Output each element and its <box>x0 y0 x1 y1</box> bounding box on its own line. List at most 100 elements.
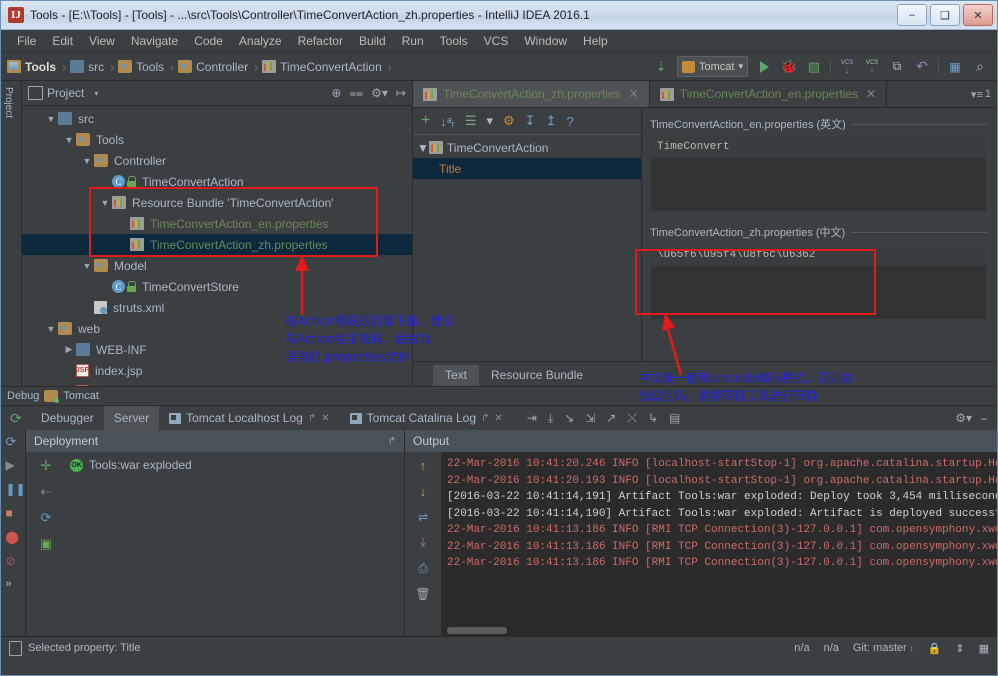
close-icon[interactable]: ✕ <box>494 413 502 424</box>
property-value-editor[interactable]: TimeConvert <box>650 136 987 212</box>
force-step-into-icon[interactable]: ⇲ <box>585 411 595 425</box>
compare-icon[interactable]: ⧉ <box>888 58 906 76</box>
menu-item-help[interactable]: Help <box>575 32 616 50</box>
menu-item-refactor[interactable]: Refactor <box>290 32 351 50</box>
update-project-icon[interactable]: ⇣ <box>652 58 670 76</box>
breadcrumb-item-tools[interactable]: Tools <box>25 60 56 74</box>
tree-expand-arrow[interactable]: ▼ <box>417 141 429 155</box>
redeploy-icon[interactable]: ⟳ <box>41 510 52 526</box>
deploy-icon[interactable]: ✛ <box>41 458 52 474</box>
scroll-down-icon[interactable]: ↓ <box>420 484 427 499</box>
step-out-icon[interactable]: ↗ <box>606 411 616 425</box>
expand-icon[interactable]: » <box>6 578 21 593</box>
run-to-cursor-icon[interactable]: ↳ <box>648 411 658 425</box>
gear-icon[interactable]: ⚙▾ <box>371 86 388 101</box>
tree-expand-arrow[interactable]: ▼ <box>62 135 76 145</box>
soft-wrap-icon[interactable]: ⇌ <box>418 510 428 524</box>
minimize-button[interactable]: – <box>897 4 927 26</box>
status-git-branch[interactable]: Git: master ↕ <box>853 642 914 654</box>
tree-node[interactable]: C TimeConvertStore <box>22 276 412 297</box>
breadcrumb-item-bundle[interactable]: TimeConvertAction <box>280 60 382 74</box>
drop-frame-icon[interactable]: ⤬ <box>627 411 637 426</box>
tree-node[interactable]: C TimeConvertAction <box>22 171 412 192</box>
evaluate-icon[interactable]: ▤ <box>669 411 680 425</box>
close-icon[interactable]: ✕ <box>321 413 329 424</box>
sidebar-item-project[interactable]: Project <box>3 87 14 118</box>
mute-breakpoints-icon[interactable]: ⊘ <box>6 554 21 569</box>
undo-icon[interactable]: ↶ <box>913 58 931 76</box>
tree-expand-arrow[interactable]: ▼ <box>44 324 58 334</box>
pin-icon[interactable]: ↱ <box>308 413 316 424</box>
tree-node[interactable]: ▼ Controller <box>22 150 412 171</box>
tree-node[interactable]: ▼ Tools <box>22 129 412 150</box>
tab-timeconvertaction-zh[interactable]: TimeConvertAction_zh.properties ✕ <box>413 81 650 107</box>
maximize-button[interactable]: ❑ <box>930 4 960 26</box>
menu-item-analyze[interactable]: Analyze <box>231 32 290 50</box>
breadcrumb-item-controller[interactable]: Controller <box>196 60 248 74</box>
pin-icon[interactable]: ↱ <box>388 436 396 447</box>
tree-node[interactable]: JSP TimeConvert.jsp <box>22 381 412 386</box>
tree-expand-arrow[interactable]: ▶ <box>62 344 76 355</box>
tree-node[interactable]: ▼ Model <box>22 255 412 276</box>
breadcrumb-item-src[interactable]: src <box>88 60 104 74</box>
vcs-commit-icon[interactable]: VCS ↑ <box>863 58 881 76</box>
menu-item-code[interactable]: Code <box>186 32 231 50</box>
structure-icon[interactable]: ▦ <box>946 58 964 76</box>
step-over-icon[interactable]: ⤓ <box>548 411 553 426</box>
tab-debugger[interactable]: Debugger <box>31 406 104 430</box>
tree-node[interactable]: struts.xml <box>22 297 412 318</box>
tree-node[interactable]: JSP index.jsp <box>22 360 412 381</box>
hide-icon[interactable]: ↦ <box>396 86 406 101</box>
tab-text[interactable]: Text <box>433 365 480 386</box>
expand-all-icon[interactable]: ↧ <box>525 113 536 129</box>
tree-node[interactable]: TimeConvertAction_en.properties <box>22 213 412 234</box>
tree-expand-arrow[interactable]: ▼ <box>44 114 58 124</box>
undeploy-icon[interactable]: ⇠ <box>41 484 52 500</box>
stop-icon[interactable]: ■ <box>6 506 21 521</box>
menu-item-view[interactable]: View <box>81 32 123 50</box>
property-key-row-selected[interactable]: Title <box>413 158 641 179</box>
menu-item-vcs[interactable]: VCS <box>476 32 517 50</box>
chevron-down-icon[interactable]: ▾ <box>94 89 98 98</box>
breadcrumb-item-tools-pkg[interactable]: Tools <box>136 60 164 74</box>
menu-item-window[interactable]: Window <box>516 32 575 50</box>
chevron-down-icon[interactable]: ▾ <box>486 113 493 129</box>
tab-tomcat-catalina-log[interactable]: Tomcat Catalina Log ↱ ✕ <box>340 406 513 430</box>
refresh-icon[interactable]: ⟳ <box>6 434 21 449</box>
tree-expand-arrow[interactable]: ▼ <box>98 198 112 208</box>
tree-expand-arrow[interactable]: ▼ <box>80 156 94 166</box>
help-icon[interactable]: ? <box>566 114 573 129</box>
group-icon[interactable]: ☰ <box>465 113 477 129</box>
edit-configuration-icon[interactable]: ▣ <box>40 536 52 552</box>
horizontal-scrollbar[interactable] <box>447 627 507 634</box>
scroll-up-icon[interactable]: ↑ <box>420 458 427 473</box>
project-tree[interactable]: ▼ src ▼ Tools ▼ Controller C TimeConvertAction ▼… <box>22 106 412 386</box>
properties-key-list[interactable]: ▼ TimeConvertAction Title <box>413 135 641 361</box>
search-icon[interactable]: ⌕ <box>971 58 989 76</box>
list-item[interactable]: OK Tools:war exploded <box>70 458 404 472</box>
run-icon[interactable] <box>755 58 773 76</box>
tree-node[interactable]: ▶ WEB-INF <box>22 339 412 360</box>
property-key-row[interactable]: ▼ TimeConvertAction <box>413 137 641 158</box>
menu-item-edit[interactable]: Edit <box>44 32 81 50</box>
view-breakpoints-icon[interactable]: ⬤ <box>6 530 21 545</box>
menu-item-navigate[interactable]: Navigate <box>123 32 186 50</box>
locate-icon[interactable]: ⊕ <box>331 86 341 101</box>
coverage-icon[interactable]: ▨ <box>805 58 823 76</box>
vcs-update-icon[interactable]: VCS ↓ <box>838 58 856 76</box>
collapse-all-icon[interactable]: ↥ <box>546 113 557 129</box>
memory-icon[interactable]: ⇕ <box>955 642 964 655</box>
editor-tab-overflow[interactable]: ▾≡ 1 <box>971 81 997 107</box>
property-value-editor[interactable]: \u65f6\u95f4\u8f6c\u6362 <box>650 244 987 320</box>
add-property-icon[interactable]: + <box>421 112 430 130</box>
gear-icon[interactable]: ⚙ <box>503 113 515 129</box>
menu-item-run[interactable]: Run <box>394 32 432 50</box>
trace-into-icon[interactable]: ⇥ <box>527 411 537 425</box>
debug-bug-icon[interactable]: 🐞 <box>780 58 798 76</box>
deployment-list[interactable]: OK Tools:war exploded <box>66 452 404 636</box>
tab-server[interactable]: Server <box>103 406 160 430</box>
sort-icon[interactable]: ↓ᵃᵣ <box>440 114 454 129</box>
tab-resource-bundle[interactable]: Resource Bundle <box>479 365 596 386</box>
rerun-icon[interactable]: ⟳ <box>1 406 31 430</box>
collapse-icon[interactable]: ⩵ <box>349 86 363 101</box>
